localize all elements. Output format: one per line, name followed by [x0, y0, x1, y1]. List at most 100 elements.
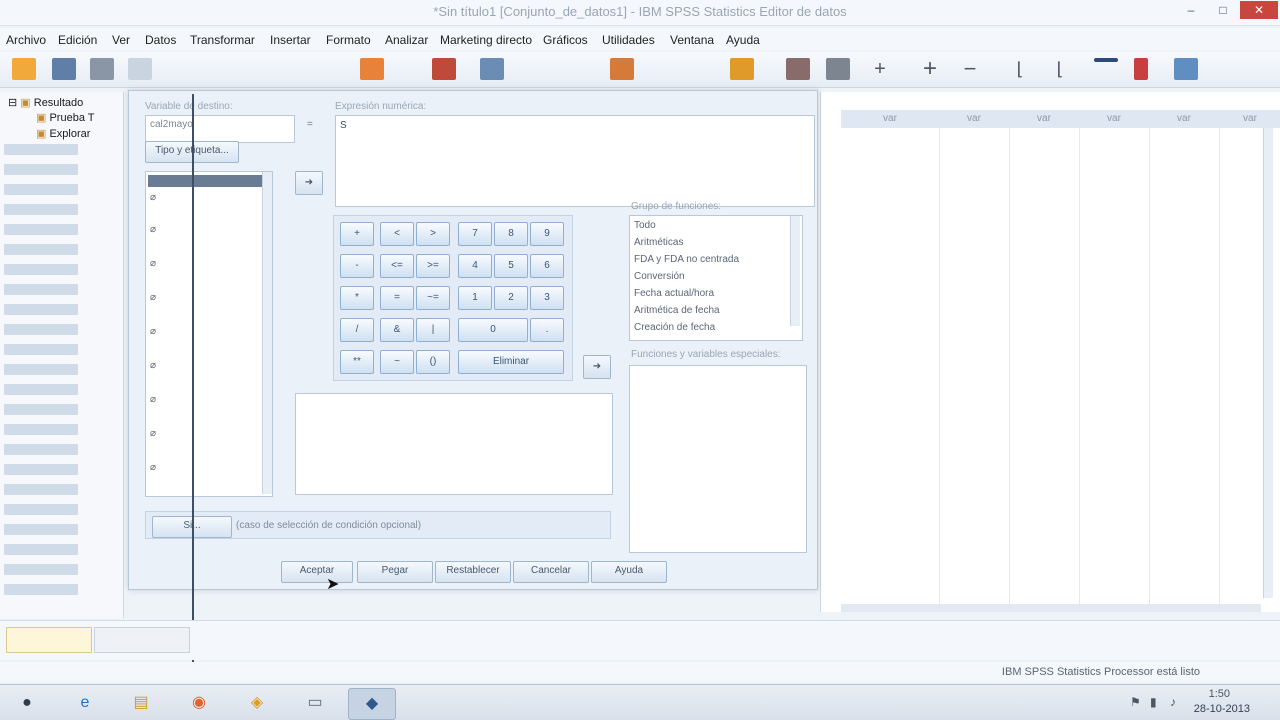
undo-icon[interactable]	[360, 58, 384, 80]
plus-icon[interactable]: +	[868, 58, 892, 80]
key-greater[interactable]: >	[416, 222, 450, 246]
key-divide[interactable]: /	[340, 318, 374, 342]
grid-col-header[interactable]: var	[1149, 110, 1220, 128]
grid-col-header[interactable]: var	[1219, 110, 1280, 128]
function-group-item[interactable]: FDA y FDA no centrada	[634, 254, 739, 265]
clock-date[interactable]: 28-10-2013	[1194, 703, 1250, 715]
spss-app-icon[interactable]: ◆	[348, 688, 396, 720]
paste-button[interactable]: Pegar	[357, 561, 433, 583]
print-icon[interactable]	[90, 58, 114, 80]
tab-data-view[interactable]	[6, 627, 92, 653]
key-less[interactable]: <	[380, 222, 414, 246]
numeric-expr-textarea[interactable]: S	[335, 115, 815, 207]
split-file-icon[interactable]	[786, 58, 810, 80]
firefox-icon[interactable]: ◉	[176, 688, 222, 718]
cancel-button[interactable]: Cancelar	[513, 561, 589, 583]
menu-transformar[interactable]: Transformar	[190, 33, 255, 47]
insert-cases-icon[interactable]	[730, 58, 754, 80]
use-sets-icon[interactable]	[1134, 58, 1148, 80]
grid-col-header[interactable]: var	[841, 110, 940, 128]
key-6[interactable]: 6	[530, 254, 564, 278]
menu-archivo[interactable]: Archivo	[6, 33, 46, 47]
key-less-equal[interactable]: <=	[380, 254, 414, 278]
ok-button[interactable]: Aceptar	[281, 561, 353, 583]
value-labels-icon[interactable]	[1094, 58, 1118, 62]
goto-case-icon[interactable]	[432, 58, 456, 80]
function-group-list[interactable]: Todo Aritméticas FDA y FDA no centrada C…	[629, 215, 803, 341]
maximize-button[interactable]: □	[1208, 1, 1238, 19]
menu-insertar[interactable]: Insertar	[270, 33, 311, 47]
folder-window-icon[interactable]: ▭	[292, 688, 338, 718]
outline-item-prueba-t[interactable]: ▣ Prueba T	[36, 111, 95, 124]
function-group-item[interactable]: Conversión	[634, 271, 685, 282]
minimize-button[interactable]: –	[1176, 1, 1206, 19]
grid-horizontal-scrollbar[interactable]	[841, 604, 1261, 612]
key-0[interactable]: 0	[458, 318, 528, 342]
key-or[interactable]: |	[416, 318, 450, 342]
key-not[interactable]: ~	[380, 350, 414, 374]
tray-network-icon[interactable]: ▮	[1150, 695, 1157, 709]
key-5[interactable]: 5	[494, 254, 528, 278]
minus-icon[interactable]: −	[958, 58, 982, 80]
menu-ayuda[interactable]: Ayuda	[726, 33, 760, 47]
target-var-input[interactable]: cal2mayo	[145, 115, 295, 143]
key-decimal[interactable]: .	[530, 318, 564, 342]
outline-item-explorar[interactable]: ▣ Explorar	[36, 127, 90, 140]
menu-marketing-directo[interactable]: Marketing directo	[440, 33, 532, 47]
key-parentheses[interactable]: ()	[416, 350, 450, 374]
move-to-expression-arrow-icon[interactable]: ➜	[295, 171, 323, 195]
grid-col-header[interactable]: var	[939, 110, 1010, 128]
variables-icon[interactable]	[480, 58, 504, 80]
menu-analizar[interactable]: Analizar	[385, 33, 428, 47]
close-button[interactable]: ✕	[1240, 1, 1278, 19]
open-folder-icon[interactable]	[12, 58, 36, 80]
menu-datos[interactable]: Datos	[145, 33, 176, 47]
insert-function-arrow-icon[interactable]: ➜	[583, 355, 611, 379]
file-explorer-icon[interactable]: ▤	[118, 688, 164, 718]
clock-time[interactable]: 1:50	[1209, 688, 1230, 700]
key-greater-equal[interactable]: >=	[416, 254, 450, 278]
key-equal[interactable]: =	[380, 286, 414, 310]
key-minus[interactable]: -	[340, 254, 374, 278]
key-8[interactable]: 8	[494, 222, 528, 246]
pane-splitter[interactable]	[192, 94, 194, 668]
key-9[interactable]: 9	[530, 222, 564, 246]
outline-root[interactable]: ⊟ ▣ Resultado	[8, 96, 83, 109]
function-group-scrollbar[interactable]	[790, 216, 800, 326]
variable-list-scrollbar[interactable]	[262, 172, 272, 494]
menu-utilidades[interactable]: Utilidades	[602, 33, 655, 47]
key-2[interactable]: 2	[494, 286, 528, 310]
key-delete[interactable]: Eliminar	[458, 350, 564, 374]
function-group-item[interactable]: Aritméticas	[634, 237, 683, 248]
reset-button[interactable]: Restablecer	[435, 561, 511, 583]
plus-large-icon[interactable]: +	[918, 57, 942, 81]
menu-graficos[interactable]: Gráficos	[543, 33, 588, 47]
menu-ver[interactable]: Ver	[112, 33, 130, 47]
tray-flag-icon[interactable]: ⚑	[1130, 695, 1141, 709]
key-7[interactable]: 7	[458, 222, 492, 246]
internet-explorer-icon[interactable]: e	[62, 688, 108, 718]
function-group-item[interactable]: Fecha actual/hora	[634, 288, 714, 299]
key-power[interactable]: **	[340, 350, 374, 374]
key-and[interactable]: &	[380, 318, 414, 342]
key-3[interactable]: 3	[530, 286, 564, 310]
function-group-item[interactable]: Aritmética de fecha	[634, 305, 720, 316]
scale-small-icon[interactable]: ⌊	[1048, 58, 1072, 80]
menu-formato[interactable]: Formato	[326, 33, 371, 47]
scale-icon[interactable]: ⌊	[1008, 58, 1032, 80]
key-not-equal[interactable]: ~=	[416, 286, 450, 310]
tab-variable-view[interactable]	[94, 627, 190, 653]
menu-edicion[interactable]: Edición	[58, 33, 97, 47]
variable-list-selected-row[interactable]	[148, 175, 266, 187]
key-4[interactable]: 4	[458, 254, 492, 278]
grid-vertical-scrollbar[interactable]	[1263, 128, 1273, 598]
find-icon[interactable]	[610, 58, 634, 80]
weight-cases-icon[interactable]	[826, 58, 850, 80]
collapse-icon[interactable]: ⊟	[8, 97, 17, 109]
variable-list[interactable]: ⌀ ⌀ ⌀ ⌀ ⌀ ⌀ ⌀ ⌀ ⌀	[145, 171, 273, 497]
dialog-recall-icon[interactable]	[128, 58, 152, 80]
function-group-item[interactable]: Todo	[634, 220, 656, 231]
key-1[interactable]: 1	[458, 286, 492, 310]
functions-vars-list[interactable]	[629, 365, 807, 553]
menu-ventana[interactable]: Ventana	[670, 33, 714, 47]
